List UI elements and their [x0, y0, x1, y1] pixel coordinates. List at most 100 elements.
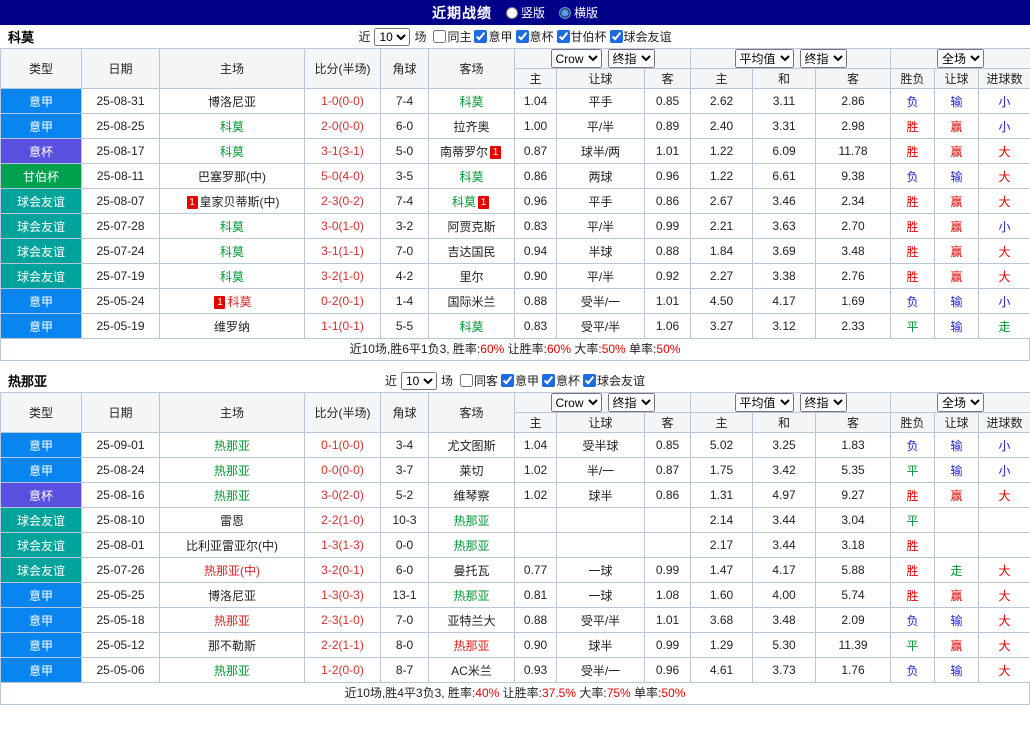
home-team[interactable]: 维罗纳 — [159, 313, 305, 339]
home-team[interactable]: 热那亚 — [159, 607, 305, 633]
scope-select[interactable]: 全场 — [937, 393, 985, 412]
filter-checkbox[interactable] — [459, 374, 473, 387]
filter-checkbox[interactable] — [433, 30, 447, 43]
asia-away-odds: 1.01 — [644, 607, 691, 633]
euro-draw-odds: 3.31 — [752, 113, 816, 139]
filter-option-意杯[interactable]: 意杯 — [542, 372, 580, 389]
result-winloss: 负 — [890, 432, 936, 458]
home-team[interactable]: 雷恩 — [159, 507, 305, 533]
euro-home-odds: 1.75 — [690, 457, 753, 483]
home-team[interactable]: 科莫 — [159, 263, 305, 289]
away-team[interactable]: 拉齐奥 — [428, 113, 515, 139]
home-team[interactable]: 1 科莫 — [159, 288, 305, 314]
away-team[interactable]: 吉达国民 — [428, 238, 515, 264]
filter-option-球会友谊[interactable]: 球会友谊 — [583, 372, 645, 389]
layout-radio-horizontal[interactable] — [559, 6, 571, 19]
away-team[interactable]: 维琴察 — [428, 482, 515, 508]
euro-draw-odds: 3.63 — [752, 213, 816, 239]
odds-company-select[interactable]: Crow — [550, 393, 602, 412]
corners: 3-5 — [380, 163, 429, 189]
away-team[interactable]: 热那亚 — [428, 507, 515, 533]
home-team[interactable]: 巴塞罗那(中) — [159, 163, 305, 189]
home-team[interactable]: 博洛尼亚 — [159, 582, 305, 608]
home-team[interactable]: 1 皇家贝蒂斯(中) — [159, 188, 305, 214]
away-team[interactable]: 阿贾克斯 — [428, 213, 515, 239]
away-team[interactable]: 热那亚 — [428, 532, 515, 558]
away-team[interactable]: 科莫 — [428, 163, 515, 189]
away-team[interactable]: AC米兰 — [428, 657, 515, 683]
league-type: 意杯 — [0, 482, 82, 508]
home-team[interactable]: 那不勒斯 — [159, 632, 305, 658]
asia-handicap: 平手 — [556, 88, 645, 114]
asia-away-odds: 0.85 — [644, 88, 691, 114]
away-team[interactable]: 科莫 — [428, 88, 515, 114]
filter-checkbox[interactable] — [609, 30, 623, 43]
matches-count-select[interactable]: 10 — [374, 27, 411, 46]
home-team[interactable]: 科莫 — [159, 113, 305, 139]
team-name-text: 科莫 — [219, 244, 244, 259]
home-team[interactable]: 热那亚 — [159, 457, 305, 483]
match-score: 0-1(0-0) — [304, 432, 381, 458]
filter-checkbox[interactable] — [474, 30, 488, 43]
filter-option-意甲[interactable]: 意甲 — [501, 372, 539, 389]
result-goals: 大 — [978, 188, 1030, 214]
euro-odds-select[interactable]: 平均值 — [734, 49, 794, 68]
euro-stage-select[interactable]: 终指 — [799, 49, 847, 68]
filter-option-意杯[interactable]: 意杯 — [515, 28, 554, 45]
layout-option-vertical[interactable]: 竖版 — [505, 4, 545, 21]
home-team[interactable]: 热那亚 — [159, 657, 305, 683]
euro-odds-select[interactable]: 平均值 — [734, 393, 794, 412]
match-score: 1-0(0-0) — [304, 88, 381, 114]
home-team[interactable]: 博洛尼亚 — [159, 88, 305, 114]
match-row: 球会友谊 25-07-28 科莫 3-0(1-0) 3-2 阿贾克斯 0.83 平/半 0.99… — [0, 213, 1030, 239]
home-team[interactable]: 科莫 — [159, 138, 305, 164]
match-score: 3-1(3-1) — [304, 138, 381, 164]
layout-option-horizontal[interactable]: 横版 — [559, 4, 598, 21]
corners: 7-0 — [380, 238, 429, 264]
away-team[interactable]: 南蒂罗尔 1 — [428, 138, 515, 164]
filter-checkbox[interactable] — [542, 374, 556, 387]
home-team[interactable]: 比利亚雷亚尔(中) — [159, 532, 305, 558]
filter-option-甘伯杯[interactable]: 甘伯杯 — [556, 28, 607, 45]
matches-count-select[interactable]: 10 — [400, 371, 437, 390]
home-team[interactable]: 热那亚 — [159, 432, 305, 458]
home-team[interactable]: 科莫 — [159, 213, 305, 239]
away-team[interactable]: 科莫 — [428, 313, 515, 339]
team-name-text: 那不勒斯 — [207, 638, 256, 653]
away-team[interactable]: 尤文图斯 — [428, 432, 515, 458]
asia-handicap: 平手 — [556, 188, 645, 214]
asia-stage-select[interactable]: 终指 — [607, 49, 655, 68]
home-team[interactable]: 科莫 — [159, 238, 305, 264]
away-team[interactable]: 热那亚 — [428, 582, 515, 608]
away-team[interactable]: 国际米兰 — [428, 288, 515, 314]
euro-home-odds: 2.27 — [690, 263, 753, 289]
asia-handicap — [556, 532, 645, 558]
team-name-text: 巴塞罗那(中) — [198, 169, 266, 184]
euro-away-odds: 2.33 — [814, 313, 892, 339]
filter-checkbox[interactable] — [515, 30, 529, 43]
euro-stage-select[interactable]: 终指 — [799, 393, 847, 412]
euro-draw-odds: 6.61 — [752, 163, 816, 189]
home-team[interactable]: 热那亚 — [159, 482, 305, 508]
away-team[interactable]: 曼托瓦 — [428, 557, 515, 583]
away-team[interactable]: 亚特兰大 — [428, 607, 515, 633]
home-team[interactable]: 热那亚(中) — [159, 557, 305, 583]
scope-select[interactable]: 全场 — [937, 49, 985, 68]
match-row: 球会友谊 25-07-26 热那亚(中) 3-2(0-1) 6-0 曼托瓦 0.77 一球 0.… — [0, 557, 1030, 583]
filter-option-球会友谊[interactable]: 球会友谊 — [609, 28, 672, 45]
filter-checkbox[interactable] — [556, 30, 570, 43]
away-team[interactable]: 科莫 1 — [428, 188, 515, 214]
filter-row: 科莫 近 10 场 同主 意甲 意杯 甘伯杯 球会友谊 — [0, 25, 1030, 48]
filter-option-意甲[interactable]: 意甲 — [474, 28, 513, 45]
filter-option-同主[interactable]: 同主 — [433, 28, 471, 45]
filter-checkbox[interactable] — [583, 374, 597, 387]
layout-radio-vertical[interactable] — [505, 6, 518, 19]
filter-option-同客[interactable]: 同客 — [459, 372, 498, 389]
away-team[interactable]: 莱切 — [428, 457, 515, 483]
away-team[interactable]: 里尔 — [428, 263, 515, 289]
odds-company-select[interactable]: Crow — [550, 49, 602, 68]
filter-checkbox[interactable] — [501, 374, 514, 387]
away-team[interactable]: 热那亚 — [428, 632, 515, 658]
filter-checkbox-group: 同客 意甲 意杯 球会友谊 — [457, 372, 645, 389]
asia-stage-select[interactable]: 终指 — [607, 393, 655, 412]
